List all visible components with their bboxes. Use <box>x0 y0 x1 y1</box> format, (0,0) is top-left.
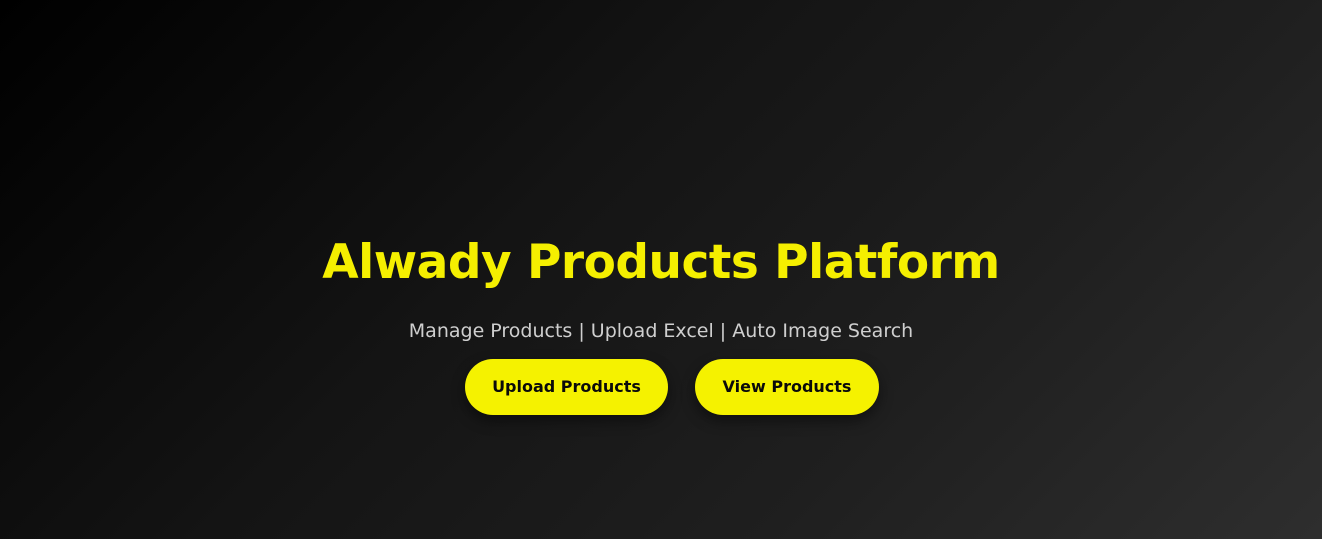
page-subtitle: Manage Products | Upload Excel | Auto Im… <box>408 320 914 342</box>
view-products-button[interactable]: View Products <box>695 359 879 415</box>
page-title: Alwady Products Platform <box>322 235 1000 290</box>
upload-products-button[interactable]: Upload Products <box>465 359 668 415</box>
hero-section: Alwady Products Platform Manage Products… <box>0 0 1322 539</box>
